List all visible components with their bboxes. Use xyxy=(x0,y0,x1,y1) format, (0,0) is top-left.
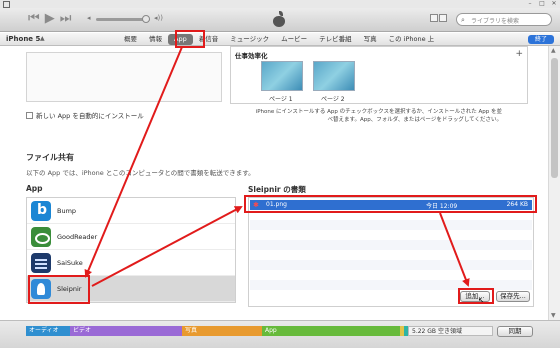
done-button[interactable]: 終了 xyxy=(528,35,554,44)
volume-high-icon: ◂)) xyxy=(154,14,163,22)
auto-install-label: 新しい App を自動的にインストール xyxy=(36,112,144,120)
scroll-down-icon[interactable]: ▼ xyxy=(551,312,556,319)
tab-summary[interactable]: 概要 xyxy=(118,33,143,46)
photo-usage-segment: 写真 xyxy=(182,326,262,336)
file-sharing-title: ファイル共有 xyxy=(26,153,74,162)
tab-tv-shows[interactable]: テレビ番組 xyxy=(313,33,358,46)
free-space-segment: 5.22 GB 空き領域 xyxy=(408,326,493,336)
tab-info[interactable]: 情報 xyxy=(143,33,168,46)
next-track-icon[interactable]: ⏭ xyxy=(60,11,72,27)
transport-controls: ⏮ ▶ ⏭ xyxy=(28,11,71,27)
empty-row xyxy=(250,260,532,270)
audio-usage-segment: オーディオ xyxy=(26,326,70,336)
grid-view-icon[interactable] xyxy=(439,14,447,22)
scrollbar-thumb[interactable] xyxy=(551,58,558,178)
apps-column-header: App xyxy=(26,184,43,193)
play-icon[interactable]: ▶ xyxy=(45,11,55,27)
app-name: SaiSuke xyxy=(57,259,83,267)
file-sharing-description: 以下の App では、iPhone とこのコンピュータとの間で書類を転送できます… xyxy=(26,169,255,177)
tab-movies[interactable]: ムービー xyxy=(275,33,313,46)
storage-usage-meter: オーディオ ビデオ 写真 App 5.22 GB 空き領域 xyxy=(26,326,493,336)
tab-photos[interactable]: 写真 xyxy=(358,33,383,46)
auto-install-option[interactable]: 新しい App を自動的にインストール xyxy=(26,110,144,120)
previous-track-icon[interactable]: ⏮ xyxy=(28,11,40,27)
empty-row xyxy=(250,240,532,250)
app-name: Bump xyxy=(57,207,77,215)
volume-low-icon: ◂ xyxy=(87,14,91,22)
goodreader-icon xyxy=(31,227,51,247)
app-usage-segment: App xyxy=(262,326,400,336)
volume-slider[interactable]: ◂ ◂)) xyxy=(87,14,163,23)
highlight-box-document xyxy=(244,195,537,213)
device-navigation-bar: iPhone 5 ▲ 概要 情報 App 着信音 ミュージック ムービー テレビ… xyxy=(0,33,560,46)
close-button[interactable]: ✕ xyxy=(548,0,560,8)
player-toolbar: ⏮ ▶ ⏭ ◂ ◂)) ⌕ ライブラリを検索 xyxy=(0,8,560,32)
page-label: ページ 2 xyxy=(321,96,345,103)
scroll-up-icon[interactable]: ▲ xyxy=(551,47,556,54)
apple-logo-icon xyxy=(271,11,287,28)
tab-music[interactable]: ミュージック xyxy=(224,33,275,46)
minimize-button[interactable]: – xyxy=(524,0,536,8)
vertical-scrollbar[interactable]: ▲ ▼ xyxy=(548,46,560,320)
window-controls: – □ ✕ xyxy=(524,0,560,8)
save-to-button[interactable]: 保存先... xyxy=(496,291,530,302)
capacity-bar: オーディオ ビデオ 写真 App 5.22 GB 空き領域 同期 xyxy=(0,320,560,348)
maximize-button[interactable]: □ xyxy=(536,0,548,8)
bump-icon xyxy=(31,201,51,221)
sync-button[interactable]: 同期 xyxy=(497,326,533,337)
highlight-box-sleipnir-app xyxy=(28,275,90,304)
library-search-field[interactable]: ⌕ ライブラリを検索 xyxy=(456,13,552,26)
app-name: GoodReader xyxy=(57,233,98,241)
home-page-thumbnail[interactable] xyxy=(261,61,303,91)
empty-row xyxy=(250,220,532,230)
volume-slider-knob[interactable] xyxy=(142,15,150,23)
list-view-icon[interactable] xyxy=(430,14,438,22)
eject-icon[interactable]: ▲ xyxy=(40,35,45,42)
installed-apps-list[interactable] xyxy=(26,52,222,102)
folder-name: 仕事効率化 xyxy=(235,52,268,60)
documents-column-header: Sleipnir の書類 xyxy=(248,185,306,194)
add-page-icon[interactable]: + xyxy=(515,49,523,59)
saisuke-icon xyxy=(31,253,51,273)
highlight-box-app-tab xyxy=(175,30,205,48)
view-toggle-buttons xyxy=(430,14,448,22)
search-icon: ⌕ xyxy=(461,16,465,24)
tab-on-this-iphone[interactable]: この iPhone 上 xyxy=(383,33,441,46)
list-item[interactable]: SaiSuke xyxy=(27,250,235,276)
list-item[interactable]: Bump xyxy=(27,198,235,224)
video-usage-segment: ビデオ xyxy=(70,326,182,336)
home-screen-panel: 仕事効率化 + ページ 1 ページ 2 xyxy=(230,46,528,104)
home-page-thumbnail[interactable] xyxy=(313,61,355,91)
system-menu-icon[interactable] xyxy=(2,1,10,8)
auto-install-checkbox[interactable] xyxy=(26,111,33,119)
page-label: ページ 1 xyxy=(269,96,293,103)
device-name[interactable]: iPhone 5 xyxy=(6,35,40,43)
home-screen-instructions: iPhone にインストールする App のチェックボックスを選択するか、インス… xyxy=(255,109,502,123)
device-tabs: 概要 情報 App 着信音 ミュージック ムービー テレビ番組 写真 この iP… xyxy=(118,33,440,46)
list-item[interactable]: GoodReader xyxy=(27,224,235,250)
window-title-bar: – □ ✕ xyxy=(0,0,560,8)
highlight-box-add-button xyxy=(458,288,494,304)
search-placeholder: ライブラリを検索 xyxy=(471,18,520,25)
